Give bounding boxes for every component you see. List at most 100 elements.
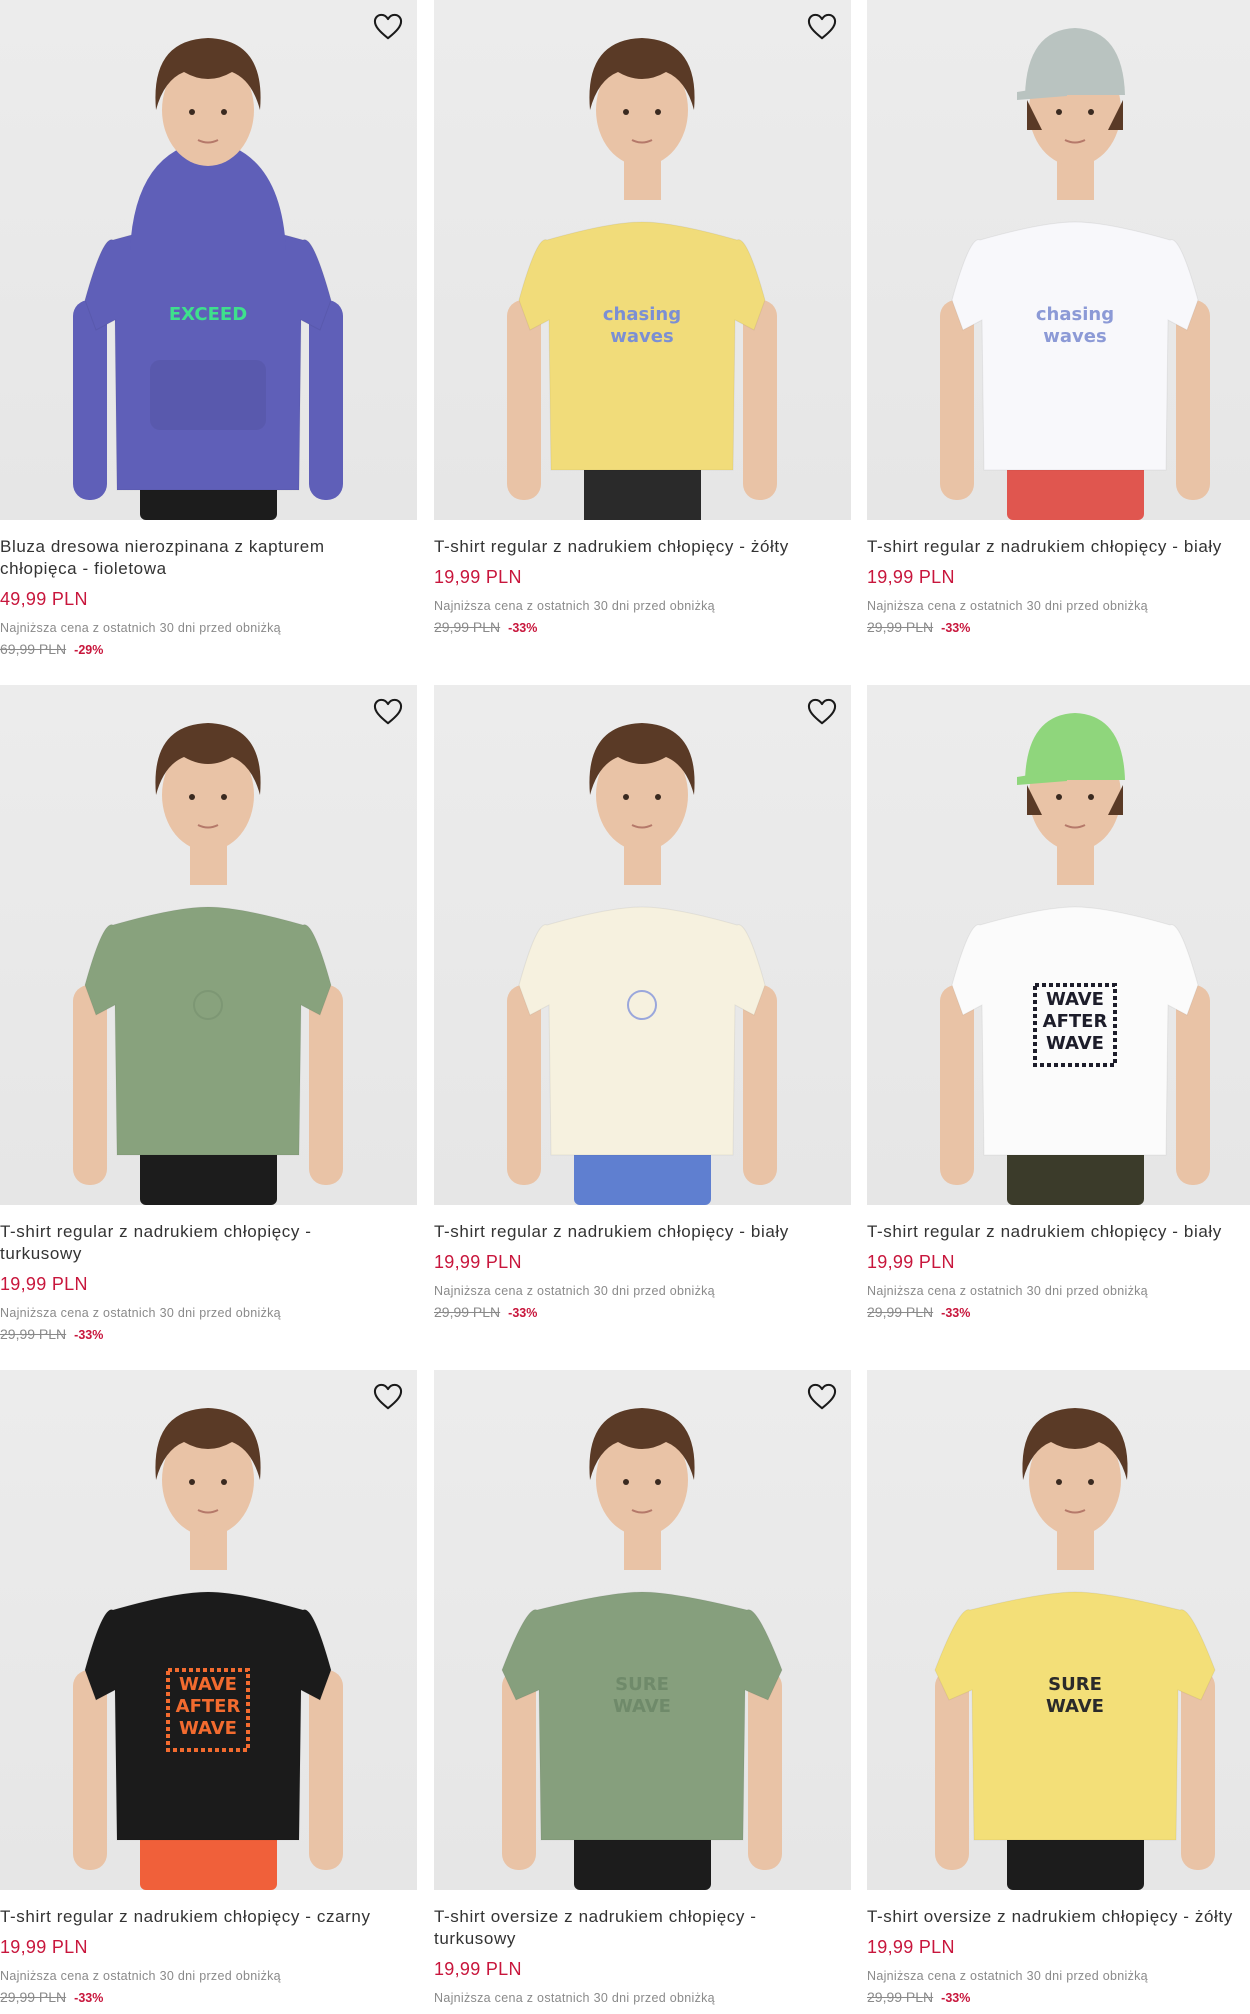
product-card: chasing waves T-shirt regular z nadrukiem… bbox=[867, 0, 1250, 637]
lowest-price-label: Najniższa cena z ostatnich 30 dni przed … bbox=[434, 1284, 715, 1298]
product-title[interactable]: T-shirt regular z nadrukiem chłopięcy - … bbox=[434, 1221, 851, 1243]
old-price-row: 29,99 PLN -33% bbox=[0, 1988, 417, 2007]
product-title-line: chłopięca - fioletowa bbox=[0, 559, 167, 578]
product-card: WAVE AFTER WAVE T-shirt regular z nadrukie… bbox=[867, 685, 1250, 1322]
product-card: chasing waves T-shirt regular z nadrukiem… bbox=[434, 0, 851, 637]
product-title[interactable]: T-shirt regular z nadrukiem chłopięcy - … bbox=[434, 536, 851, 558]
svg-text:AFTER: AFTER bbox=[176, 1696, 241, 1717]
svg-text:WAVE: WAVE bbox=[1046, 989, 1104, 1010]
discount-badge: -33% bbox=[941, 621, 971, 635]
product-title[interactable]: T-shirt oversize z nadrukiem chłopięcy -… bbox=[434, 1906, 851, 1950]
product-photo[interactable]: WAVE AFTER WAVE bbox=[0, 1370, 417, 1890]
product-title-line: T-shirt regular z nadrukiem chłopięcy - … bbox=[867, 1222, 1222, 1241]
svg-text:waves: waves bbox=[610, 326, 673, 347]
old-price: 29,99 PLN bbox=[0, 1989, 67, 2005]
old-price-row: 29,99 PLN -33% bbox=[867, 1303, 1250, 1322]
svg-text:EXCEED: EXCEED bbox=[169, 304, 247, 325]
product-title-line: T-shirt regular z nadrukiem chłopięcy - … bbox=[867, 537, 1222, 556]
lowest-price-label: Najniższa cena z ostatnich 30 dni przed … bbox=[867, 599, 1148, 613]
product-photo[interactable]: chasing waves bbox=[867, 0, 1250, 520]
product-photo[interactable]: SURE WAVE bbox=[867, 1370, 1250, 1890]
svg-text:chasing: chasing bbox=[1036, 304, 1114, 325]
product-photo[interactable]: chasing waves bbox=[434, 0, 851, 520]
product-price: 19,99 PLN bbox=[867, 567, 955, 587]
product-image: SUREWAVE bbox=[501, 1408, 783, 1890]
lowest-price-label: Najniższa cena z ostatnich 30 dni przed … bbox=[434, 1991, 715, 2005]
svg-text:SURE: SURE bbox=[1048, 1674, 1102, 1695]
product-card: T-shirt regular z nadrukiem chłopięcy - … bbox=[0, 685, 417, 1344]
heart-outline-icon bbox=[373, 1383, 403, 1410]
discount-badge: -33% bbox=[941, 1991, 971, 2005]
product-image: WAVEAFTERWAVE bbox=[73, 1408, 343, 1890]
product-photo[interactable]: WAVE AFTER WAVE bbox=[867, 685, 1250, 1205]
svg-text:WAVE: WAVE bbox=[1046, 1696, 1104, 1717]
favorite-button[interactable] bbox=[805, 10, 839, 44]
lowest-price-label: Najniższa cena z ostatnich 30 dni przed … bbox=[0, 1969, 281, 1983]
product-image bbox=[507, 723, 777, 1205]
product-title[interactable]: Bluza dresowa nierozpinana z kapturem ch… bbox=[0, 536, 417, 580]
product-title-line: T-shirt regular z nadrukiem chłopięcy - … bbox=[434, 1222, 789, 1241]
product-card: SURE WAVE T-shirt oversize z nadrukiem ch… bbox=[434, 1370, 851, 2006]
product-price: 49,99 PLN bbox=[0, 589, 88, 609]
product-card: WAVE AFTER WAVE T-shirt regular z nadrukie… bbox=[0, 1370, 417, 2007]
favorite-button[interactable] bbox=[805, 1380, 839, 1414]
product-image: chasingwaves bbox=[507, 38, 777, 520]
product-card: T-shirt regular z nadrukiem chłopięcy - … bbox=[434, 685, 851, 1322]
product-price: 19,99 PLN bbox=[434, 567, 522, 587]
old-price-row: 29,99 PLN -33% bbox=[867, 618, 1250, 637]
product-title[interactable]: T-shirt regular z nadrukiem chłopięcy - … bbox=[0, 1221, 417, 1265]
product-card: SURE WAVE T-shirt oversize z nadrukiem ch… bbox=[867, 1370, 1250, 2007]
product-title[interactable]: T-shirt regular z nadrukiem chłopięcy - … bbox=[867, 536, 1250, 558]
product-title-line: turkusowy bbox=[434, 1929, 516, 1948]
old-price: 29,99 PLN bbox=[867, 1304, 934, 1320]
product-image: chasingwaves bbox=[940, 28, 1210, 520]
lowest-price-label: Najniższa cena z ostatnich 30 dni przed … bbox=[0, 1306, 281, 1320]
product-image: WAVEAFTERWAVE bbox=[940, 713, 1210, 1205]
product-title-line: T-shirt regular z nadrukiem chłopięcy - … bbox=[434, 537, 789, 556]
lowest-price-label: Najniższa cena z ostatnich 30 dni przed … bbox=[0, 621, 281, 635]
product-price: 19,99 PLN bbox=[867, 1252, 955, 1272]
product-title-line: T-shirt regular z nadrukiem chłopięcy - … bbox=[0, 1907, 371, 1926]
old-price-row: 29,99 PLN -33% bbox=[434, 618, 851, 637]
old-price: 29,99 PLN bbox=[434, 1304, 501, 1320]
product-title[interactable]: T-shirt regular z nadrukiem chłopięcy - … bbox=[867, 1221, 1250, 1243]
heart-outline-icon bbox=[373, 698, 403, 725]
old-price-row: 69,99 PLN -29% bbox=[0, 640, 417, 659]
product-grid: EXCEED Bluza dresowa nierozpinana z kapt… bbox=[0, 0, 1250, 2014]
product-photo[interactable] bbox=[434, 685, 851, 1205]
old-price: 29,99 PLN bbox=[0, 1326, 67, 1342]
product-price: 19,99 PLN bbox=[867, 1937, 955, 1957]
favorite-button[interactable] bbox=[371, 695, 405, 729]
svg-text:WAVE: WAVE bbox=[179, 1718, 237, 1739]
product-title-line: turkusowy bbox=[0, 1244, 82, 1263]
favorite-button[interactable] bbox=[805, 695, 839, 729]
product-title[interactable]: T-shirt oversize z nadrukiem chłopięcy -… bbox=[867, 1906, 1250, 1928]
lowest-price-label: Najniższa cena z ostatnich 30 dni przed … bbox=[867, 1969, 1148, 1983]
svg-text:WAVE: WAVE bbox=[1046, 1033, 1104, 1054]
old-price: 29,99 PLN bbox=[867, 619, 934, 635]
product-image: SUREWAVE bbox=[934, 1408, 1216, 1890]
discount-badge: -33% bbox=[508, 1306, 538, 1320]
heart-outline-icon bbox=[807, 698, 837, 725]
product-title-line: Bluza dresowa nierozpinana z kapturem bbox=[0, 537, 325, 556]
product-photo[interactable] bbox=[0, 685, 417, 1205]
product-title-line: T-shirt regular z nadrukiem chłopięcy - bbox=[0, 1222, 312, 1241]
discount-badge: -33% bbox=[74, 1991, 104, 2005]
product-photo[interactable]: SURE WAVE bbox=[434, 1370, 851, 1890]
product-title[interactable]: T-shirt regular z nadrukiem chłopięcy - … bbox=[0, 1906, 417, 1928]
product-photo[interactable]: EXCEED bbox=[0, 0, 417, 520]
product-title-line: T-shirt oversize z nadrukiem chłopięcy -… bbox=[867, 1907, 1233, 1926]
discount-badge: -33% bbox=[508, 621, 538, 635]
product-price: 19,99 PLN bbox=[0, 1937, 88, 1957]
heart-outline-icon bbox=[807, 1383, 837, 1410]
lowest-price-label: Najniższa cena z ostatnich 30 dni przed … bbox=[434, 599, 715, 613]
favorite-button[interactable] bbox=[371, 1380, 405, 1414]
old-price: 29,99 PLN bbox=[434, 619, 501, 635]
svg-text:AFTER: AFTER bbox=[1043, 1011, 1108, 1032]
discount-badge: -33% bbox=[941, 1306, 971, 1320]
favorite-button[interactable] bbox=[371, 10, 405, 44]
product-title-line: T-shirt oversize z nadrukiem chłopięcy - bbox=[434, 1907, 757, 1926]
lowest-price-label: Najniższa cena z ostatnich 30 dni przed … bbox=[867, 1284, 1148, 1298]
product-price: 19,99 PLN bbox=[434, 1252, 522, 1272]
product-image bbox=[73, 723, 343, 1205]
